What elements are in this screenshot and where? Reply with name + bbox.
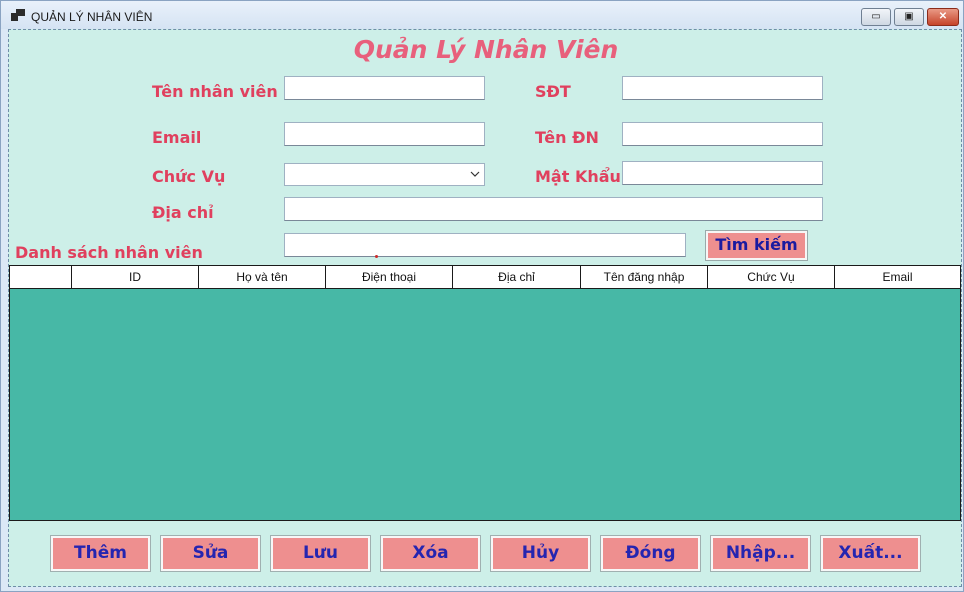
column-header-position[interactable]: Chức Vụ	[708, 266, 835, 288]
close-button[interactable]: ✕	[927, 8, 959, 26]
focus-marker	[375, 255, 378, 258]
employee-name-field[interactable]	[284, 76, 485, 100]
import-button[interactable]: Nhập...	[710, 535, 811, 572]
column-header-username[interactable]: Tên đăng nhập	[581, 266, 708, 288]
title-bar[interactable]: QUẢN LÝ NHÂN VIÊN ▭ ▣ ✕	[1, 1, 963, 29]
delete-button[interactable]: Xóa	[380, 535, 481, 572]
column-header-id[interactable]: ID	[72, 266, 199, 288]
export-button[interactable]: Xuất...	[820, 535, 921, 572]
password-label: Mật Khẩu	[535, 167, 621, 186]
search-button[interactable]: Tìm kiếm	[705, 230, 808, 261]
address-label: Địa chỉ	[152, 203, 214, 222]
username-label: Tên ĐN	[535, 128, 599, 147]
grid-header: ID Họ và tên Điện thoại Địa chỉ Tên đăng…	[10, 266, 960, 289]
add-button[interactable]: Thêm	[50, 535, 151, 572]
employee-name-label: Tên nhân viên	[152, 82, 278, 101]
row-header-column[interactable]	[10, 266, 72, 288]
position-label: Chức Vụ	[152, 167, 226, 186]
save-button[interactable]: Lưu	[270, 535, 371, 572]
position-select[interactable]	[284, 163, 485, 186]
chevron-down-icon[interactable]	[470, 169, 480, 179]
password-field[interactable]	[622, 161, 823, 185]
page-title: Quản Lý Nhân Viên	[353, 35, 619, 64]
phone-label: SĐT	[535, 82, 571, 101]
main-window: QUẢN LÝ NHÂN VIÊN ▭ ▣ ✕ Quản Lý Nhân Viê…	[0, 0, 964, 592]
maximize-button[interactable]: ▣	[894, 8, 924, 26]
column-header-phone[interactable]: Điện thoại	[326, 266, 453, 288]
employee-grid[interactable]: ID Họ và tên Điện thoại Địa chỉ Tên đăng…	[9, 265, 961, 521]
cancel-button[interactable]: Hủy	[490, 535, 591, 572]
edit-button[interactable]: Sửa	[160, 535, 261, 572]
email-label: Email	[152, 128, 202, 147]
window-title: QUẢN LÝ NHÂN VIÊN	[31, 10, 153, 24]
employee-list-label: Danh sách nhân viên	[15, 243, 203, 262]
column-header-address[interactable]: Địa chỉ	[453, 266, 581, 288]
window-app-icon[interactable]	[11, 9, 25, 21]
column-header-email[interactable]: Email	[835, 266, 960, 288]
column-header-full-name[interactable]: Họ và tên	[199, 266, 326, 288]
close-form-button[interactable]: Đóng	[600, 535, 701, 572]
minimize-button[interactable]: ▭	[861, 8, 891, 26]
username-field[interactable]	[622, 122, 823, 146]
search-input[interactable]	[284, 233, 686, 257]
phone-field[interactable]	[622, 76, 823, 100]
address-field[interactable]	[284, 197, 823, 221]
form-client-area: Quản Lý Nhân Viên Tên nhân viên SĐT Emai…	[8, 29, 962, 587]
email-field[interactable]	[284, 122, 485, 146]
